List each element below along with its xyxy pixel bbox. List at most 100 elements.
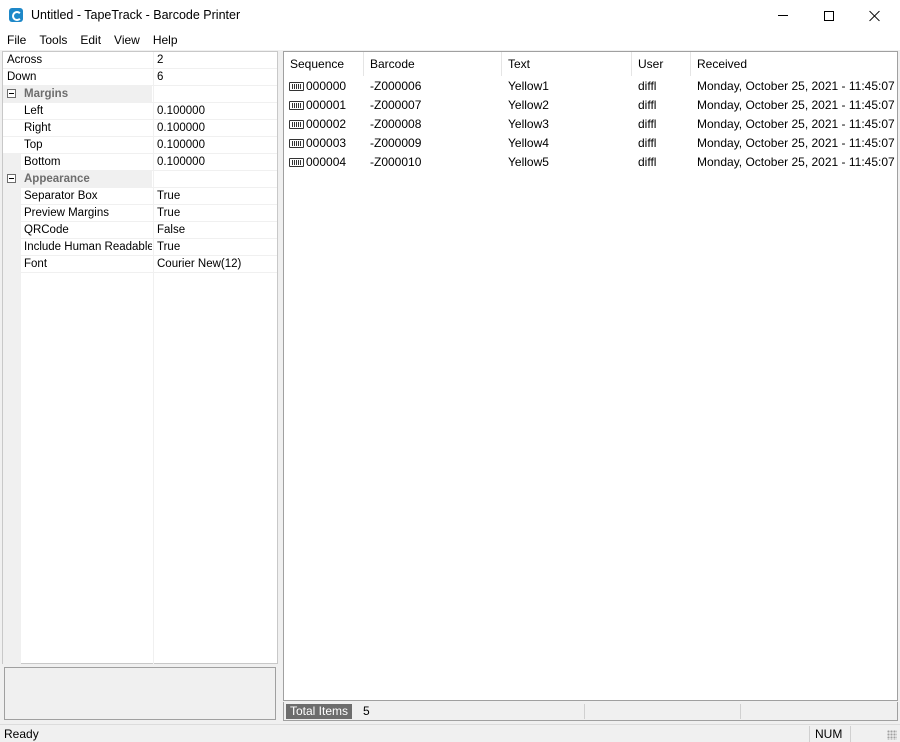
menu-file[interactable]: File bbox=[0, 31, 32, 50]
list-item[interactable]: 000004 -Z000010 Yellow5 diffl Monday, Oc… bbox=[284, 153, 897, 172]
column-header-text[interactable]: Text bbox=[502, 52, 632, 76]
cell-sequence: 000002 bbox=[306, 117, 347, 131]
collapse-icon[interactable] bbox=[7, 89, 16, 98]
cell-user: diffl bbox=[638, 79, 657, 93]
column-header-user[interactable]: User bbox=[632, 52, 691, 76]
property-description-pane bbox=[4, 667, 276, 720]
list-item[interactable]: 000000 -Z000006 Yellow1 diffl Monday, Oc… bbox=[284, 77, 897, 96]
property-value[interactable]: True bbox=[153, 188, 277, 204]
list-item[interactable]: 000001 -Z000007 Yellow2 diffl Monday, Oc… bbox=[284, 96, 897, 115]
property-row-across[interactable]: Across 2 bbox=[3, 52, 277, 69]
column-header-sequence[interactable]: Sequence bbox=[284, 52, 364, 76]
cell-user: diffl bbox=[638, 117, 657, 131]
cell-sequence: 000004 bbox=[306, 155, 347, 169]
property-value[interactable]: 0.100000 bbox=[153, 103, 277, 119]
property-row-include-human-readable[interactable]: Include Human Readable True bbox=[3, 239, 277, 256]
property-name: Separator Box bbox=[24, 190, 98, 202]
property-value[interactable]: True bbox=[153, 239, 277, 255]
property-name: Preview Margins bbox=[24, 207, 109, 219]
minimize-button[interactable] bbox=[760, 0, 806, 31]
cell-barcode: -Z000006 bbox=[370, 79, 422, 93]
column-header-barcode[interactable]: Barcode bbox=[364, 52, 502, 76]
property-grid[interactable]: Across 2 Down 6 Margins Left 0.100000 Ri… bbox=[2, 51, 278, 664]
property-value[interactable]: 0.100000 bbox=[153, 120, 277, 136]
barcode-icon bbox=[289, 158, 304, 167]
cell-received: Monday, October 25, 2021 - 11:45:07 bbox=[697, 98, 895, 112]
property-row-qrcode[interactable]: QRCode False bbox=[3, 222, 277, 239]
property-row-top[interactable]: Top 0.100000 bbox=[3, 137, 277, 154]
maximize-button[interactable] bbox=[806, 0, 852, 31]
property-row-left[interactable]: Left 0.100000 bbox=[3, 103, 277, 120]
close-icon bbox=[869, 10, 881, 22]
menu-help[interactable]: Help bbox=[146, 31, 184, 50]
cell-user: diffl bbox=[638, 155, 657, 169]
cell-user: diffl bbox=[638, 98, 657, 112]
cell-text: Yellow2 bbox=[508, 98, 549, 112]
cell-text: Yellow4 bbox=[508, 136, 549, 150]
category-value bbox=[153, 171, 277, 187]
property-name: Bottom bbox=[24, 156, 61, 168]
list-item[interactable]: 000002 -Z000008 Yellow3 diffl Monday, Oc… bbox=[284, 115, 897, 134]
property-value[interactable]: True bbox=[153, 205, 277, 221]
property-row-right[interactable]: Right 0.100000 bbox=[3, 120, 277, 137]
cell-text: Yellow5 bbox=[508, 155, 549, 169]
window-title: Untitled - TapeTrack - Barcode Printer bbox=[31, 8, 241, 22]
total-items-label: Total Items bbox=[286, 704, 353, 719]
barcode-list[interactable]: Sequence Barcode Text User Received 0000… bbox=[283, 51, 898, 701]
cell-received: Monday, October 25, 2021 - 11:45:07 bbox=[697, 136, 895, 150]
category-name: Appearance bbox=[3, 171, 152, 187]
cell-barcode: -Z000009 bbox=[370, 136, 422, 150]
list-item[interactable]: 000003 -Z000009 Yellow4 diffl Monday, Oc… bbox=[284, 134, 897, 153]
resize-grip-icon[interactable] bbox=[887, 730, 897, 740]
title-bar: Untitled - TapeTrack - Barcode Printer bbox=[0, 0, 900, 31]
list-status-strip: Total Items 5 bbox=[283, 702, 898, 721]
property-category-appearance[interactable]: Appearance bbox=[3, 171, 277, 188]
property-grid-divider bbox=[153, 273, 154, 664]
property-row-separator-box[interactable]: Separator Box True bbox=[3, 188, 277, 205]
property-name: Top bbox=[24, 139, 43, 151]
property-value[interactable]: 0.100000 bbox=[153, 137, 277, 153]
menu-view[interactable]: View bbox=[107, 31, 146, 50]
property-name: Down bbox=[7, 71, 37, 83]
property-row-font[interactable]: Font Courier New(12) bbox=[3, 256, 277, 273]
menu-edit[interactable]: Edit bbox=[73, 31, 107, 50]
property-name: QRCode bbox=[24, 224, 69, 236]
cell-barcode: -Z000007 bbox=[370, 98, 422, 112]
category-name: Margins bbox=[3, 86, 152, 102]
cell-sequence: 000001 bbox=[306, 98, 347, 112]
status-divider bbox=[584, 704, 585, 719]
maximize-icon bbox=[824, 10, 834, 21]
barcode-icon bbox=[289, 82, 304, 91]
property-row-preview-margins[interactable]: Preview Margins True bbox=[3, 205, 277, 222]
list-header: Sequence Barcode Text User Received bbox=[284, 52, 897, 76]
app-icon bbox=[9, 8, 23, 22]
minimize-icon bbox=[778, 15, 788, 16]
property-value[interactable]: False bbox=[153, 222, 277, 238]
total-items-count: 5 bbox=[363, 704, 370, 718]
property-value[interactable]: Courier New(12) bbox=[153, 256, 277, 272]
property-row-down[interactable]: Down 6 bbox=[3, 69, 277, 86]
property-value[interactable]: 2 bbox=[153, 52, 277, 68]
category-value bbox=[153, 86, 277, 102]
barcode-icon bbox=[289, 120, 304, 129]
property-row-bottom[interactable]: Bottom 0.100000 bbox=[3, 154, 277, 171]
property-name: Include Human Readable bbox=[24, 241, 152, 253]
property-value[interactable]: 6 bbox=[153, 69, 277, 85]
column-header-received[interactable]: Received bbox=[691, 52, 897, 76]
menu-tools[interactable]: Tools bbox=[32, 31, 73, 50]
status-divider bbox=[740, 704, 741, 719]
cell-barcode: -Z000008 bbox=[370, 117, 422, 131]
cell-received: Monday, October 25, 2021 - 11:45:07 bbox=[697, 155, 895, 169]
property-category-margins[interactable]: Margins bbox=[3, 86, 277, 103]
cell-sequence: 000000 bbox=[306, 79, 347, 93]
num-lock-indicator: NUM bbox=[809, 726, 851, 742]
property-name: Right bbox=[24, 122, 51, 134]
cell-sequence: 000003 bbox=[306, 136, 347, 150]
cell-received: Monday, October 25, 2021 - 11:45:07 bbox=[697, 117, 895, 131]
menu-bar: File Tools Edit View Help bbox=[0, 31, 900, 50]
barcode-icon bbox=[289, 101, 304, 110]
collapse-icon[interactable] bbox=[7, 174, 16, 183]
property-value[interactable]: 0.100000 bbox=[153, 154, 277, 170]
close-button[interactable] bbox=[852, 0, 898, 31]
cell-user: diffl bbox=[638, 136, 657, 150]
